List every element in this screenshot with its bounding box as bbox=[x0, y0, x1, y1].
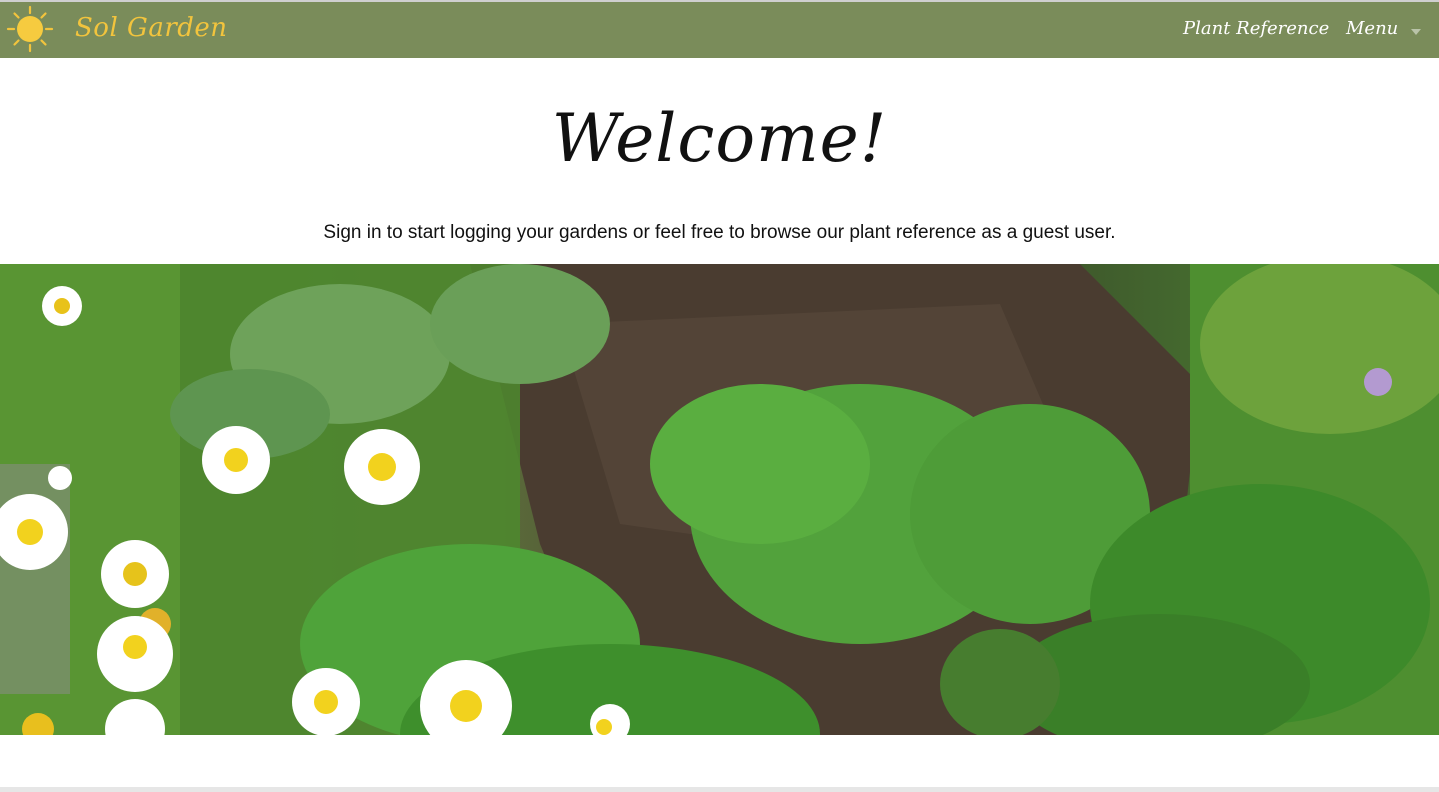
navbar: Sol Garden Plant Reference Menu bbox=[0, 2, 1439, 58]
hero-image bbox=[0, 264, 1439, 735]
chevron-down-icon[interactable] bbox=[1411, 29, 1421, 35]
page-subtitle: Sign in to start logging your gardens or… bbox=[323, 222, 1116, 243]
nav-plant-reference[interactable]: Plant Reference bbox=[1183, 18, 1329, 39]
bottom-border bbox=[0, 787, 1439, 792]
page-title: Welcome! bbox=[551, 100, 888, 177]
nav-menu[interactable]: Menu bbox=[1346, 18, 1398, 39]
sun-icon[interactable] bbox=[6, 5, 54, 53]
brand-title[interactable]: Sol Garden bbox=[75, 13, 228, 43]
